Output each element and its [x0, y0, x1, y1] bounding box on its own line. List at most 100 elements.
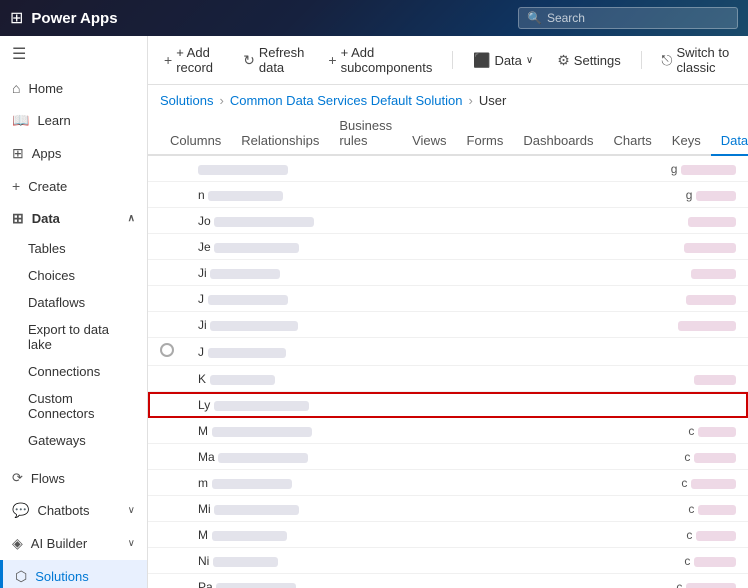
value-cell: [535, 234, 748, 260]
table-row[interactable]: n g: [148, 182, 748, 208]
sidebar-item-label: Home: [28, 81, 63, 96]
chatbots-icon: 💬: [12, 502, 29, 519]
flows-label: Flows: [31, 471, 65, 486]
table-area: g n g Jo Je Ji J Ji: [148, 156, 748, 588]
connections-label: Connections: [28, 364, 100, 379]
name-cell: Ni: [186, 548, 484, 574]
tab-relationships[interactable]: Relationships: [231, 127, 329, 156]
breadcrumb-solutions[interactable]: Solutions: [160, 93, 213, 108]
sidebar-item-chatbots[interactable]: 💬 Chatbots ∨: [0, 494, 147, 527]
tab-forms[interactable]: Forms: [457, 127, 514, 156]
spacer: [484, 234, 535, 260]
table-row[interactable]: J: [148, 338, 748, 366]
radio-placeholder: [148, 182, 186, 208]
sidebar-item-apps[interactable]: ⊞ Apps: [0, 137, 147, 170]
settings-button[interactable]: ⚙ Settings: [553, 49, 625, 72]
table-row[interactable]: g: [148, 156, 748, 182]
sidebar-item-label: Apps: [32, 146, 62, 161]
sidebar-item-gateways[interactable]: Gateways: [0, 427, 147, 454]
sidebar-item-connections[interactable]: Connections: [0, 358, 147, 385]
table-row[interactable]: Je: [148, 234, 748, 260]
settings-icon: ⚙: [557, 52, 570, 69]
tab-data[interactable]: Data: [711, 127, 748, 156]
name-cell: K: [186, 366, 484, 392]
name-cell: Ma: [186, 444, 484, 470]
add-subcomponents-icon: +: [328, 52, 336, 68]
table-row[interactable]: Mi c: [148, 496, 748, 522]
ai-builder-icon: ◈: [12, 535, 23, 552]
table-row[interactable]: Ni c: [148, 548, 748, 574]
name-cell: Pa: [186, 574, 484, 588]
data-table: g n g Jo Je Ji J Ji: [148, 156, 748, 588]
tab-keys[interactable]: Keys: [662, 127, 711, 156]
tab-business-rules[interactable]: Business rules: [329, 112, 402, 156]
home-icon: ⌂: [12, 80, 20, 96]
spacer: [484, 548, 535, 574]
spacer: [484, 444, 535, 470]
value-cell: g: [535, 182, 748, 208]
name-cell: Je: [186, 234, 484, 260]
add-record-button[interactable]: + + Add record: [160, 42, 223, 78]
add-record-icon: +: [164, 52, 172, 68]
hamburger-button[interactable]: ☰: [0, 36, 147, 72]
sidebar-item-home[interactable]: ⌂ Home: [0, 72, 147, 104]
name-cell: M: [186, 418, 484, 444]
tab-columns[interactable]: Columns: [160, 127, 231, 156]
table-row[interactable]: Ly: [148, 392, 748, 418]
value-cell: g: [535, 156, 748, 182]
switch-to-classic-button[interactable]: ⎋ Switch to classic: [657, 42, 736, 78]
value-cell: [535, 392, 748, 418]
data-label: Data: [494, 53, 521, 68]
solutions-label: Solutions: [35, 569, 88, 584]
sidebar-item-flows[interactable]: ⟳ Flows: [0, 462, 147, 494]
table-row[interactable]: Ji: [148, 312, 748, 338]
breadcrumb-common-data[interactable]: Common Data Services Default Solution: [230, 93, 463, 108]
sidebar-item-export[interactable]: Export to data lake: [0, 316, 147, 358]
table-row[interactable]: Pa c: [148, 574, 748, 588]
add-subcomponents-button[interactable]: + + Add subcomponents: [324, 42, 436, 78]
radio-placeholder: [148, 286, 186, 312]
table-row[interactable]: Ma c: [148, 444, 748, 470]
sidebar-item-choices[interactable]: Choices: [0, 262, 147, 289]
sidebar-item-label: Data: [32, 211, 60, 226]
sidebar-item-learn[interactable]: 📖 Learn: [0, 104, 147, 137]
sidebar-item-tables[interactable]: Tables: [0, 235, 147, 262]
content-area: + + Add record ↻ Refresh data + + Add su…: [148, 36, 748, 588]
sidebar-item-custom-connectors[interactable]: Custom Connectors: [0, 385, 147, 427]
refresh-data-button[interactable]: ↻ Refresh data: [239, 42, 308, 78]
table-row[interactable]: Jo: [148, 208, 748, 234]
table-row[interactable]: K: [148, 366, 748, 392]
tab-dashboards[interactable]: Dashboards: [513, 127, 603, 156]
table-row[interactable]: M c: [148, 522, 748, 548]
chevron-up-icon: ∧: [128, 213, 135, 224]
grid-icon[interactable]: ⊞: [10, 8, 23, 28]
sidebar-item-solutions[interactable]: ⬡ Solutions: [0, 560, 147, 588]
gateways-label: Gateways: [28, 433, 86, 448]
data-button[interactable]: ⬛ Data ∨: [469, 49, 537, 72]
learn-icon: 📖: [12, 112, 29, 129]
radio-cell[interactable]: [148, 338, 186, 366]
tab-charts[interactable]: Charts: [604, 127, 662, 156]
spacer: [484, 392, 535, 418]
solutions-icon: ⬡: [15, 568, 27, 585]
sidebar: ☰ ⌂ Home 📖 Learn ⊞ Apps + Create ⊞ Data …: [0, 36, 148, 588]
radio-placeholder: [148, 234, 186, 260]
table-row[interactable]: m c: [148, 470, 748, 496]
sidebar-item-create[interactable]: + Create: [0, 170, 147, 202]
spacer: [484, 286, 535, 312]
table-row[interactable]: M c: [148, 418, 748, 444]
sidebar-item-data[interactable]: ⊞ Data ∧: [0, 202, 147, 235]
name-cell: Ji: [186, 260, 484, 286]
search-box[interactable]: 🔍 Search: [518, 7, 738, 29]
table-row[interactable]: Ji: [148, 260, 748, 286]
sidebar-item-ai-builder[interactable]: ◈ AI Builder ∨: [0, 527, 147, 560]
sidebar-item-dataflows[interactable]: Dataflows: [0, 289, 147, 316]
spacer: [484, 260, 535, 286]
flows-icon: ⟳: [12, 470, 23, 486]
table-row[interactable]: J: [148, 286, 748, 312]
search-icon: 🔍: [527, 11, 542, 25]
value-cell: c: [535, 470, 748, 496]
tab-views[interactable]: Views: [402, 127, 456, 156]
switch-icon: ⎋: [661, 52, 672, 69]
radio-placeholder: [148, 366, 186, 392]
